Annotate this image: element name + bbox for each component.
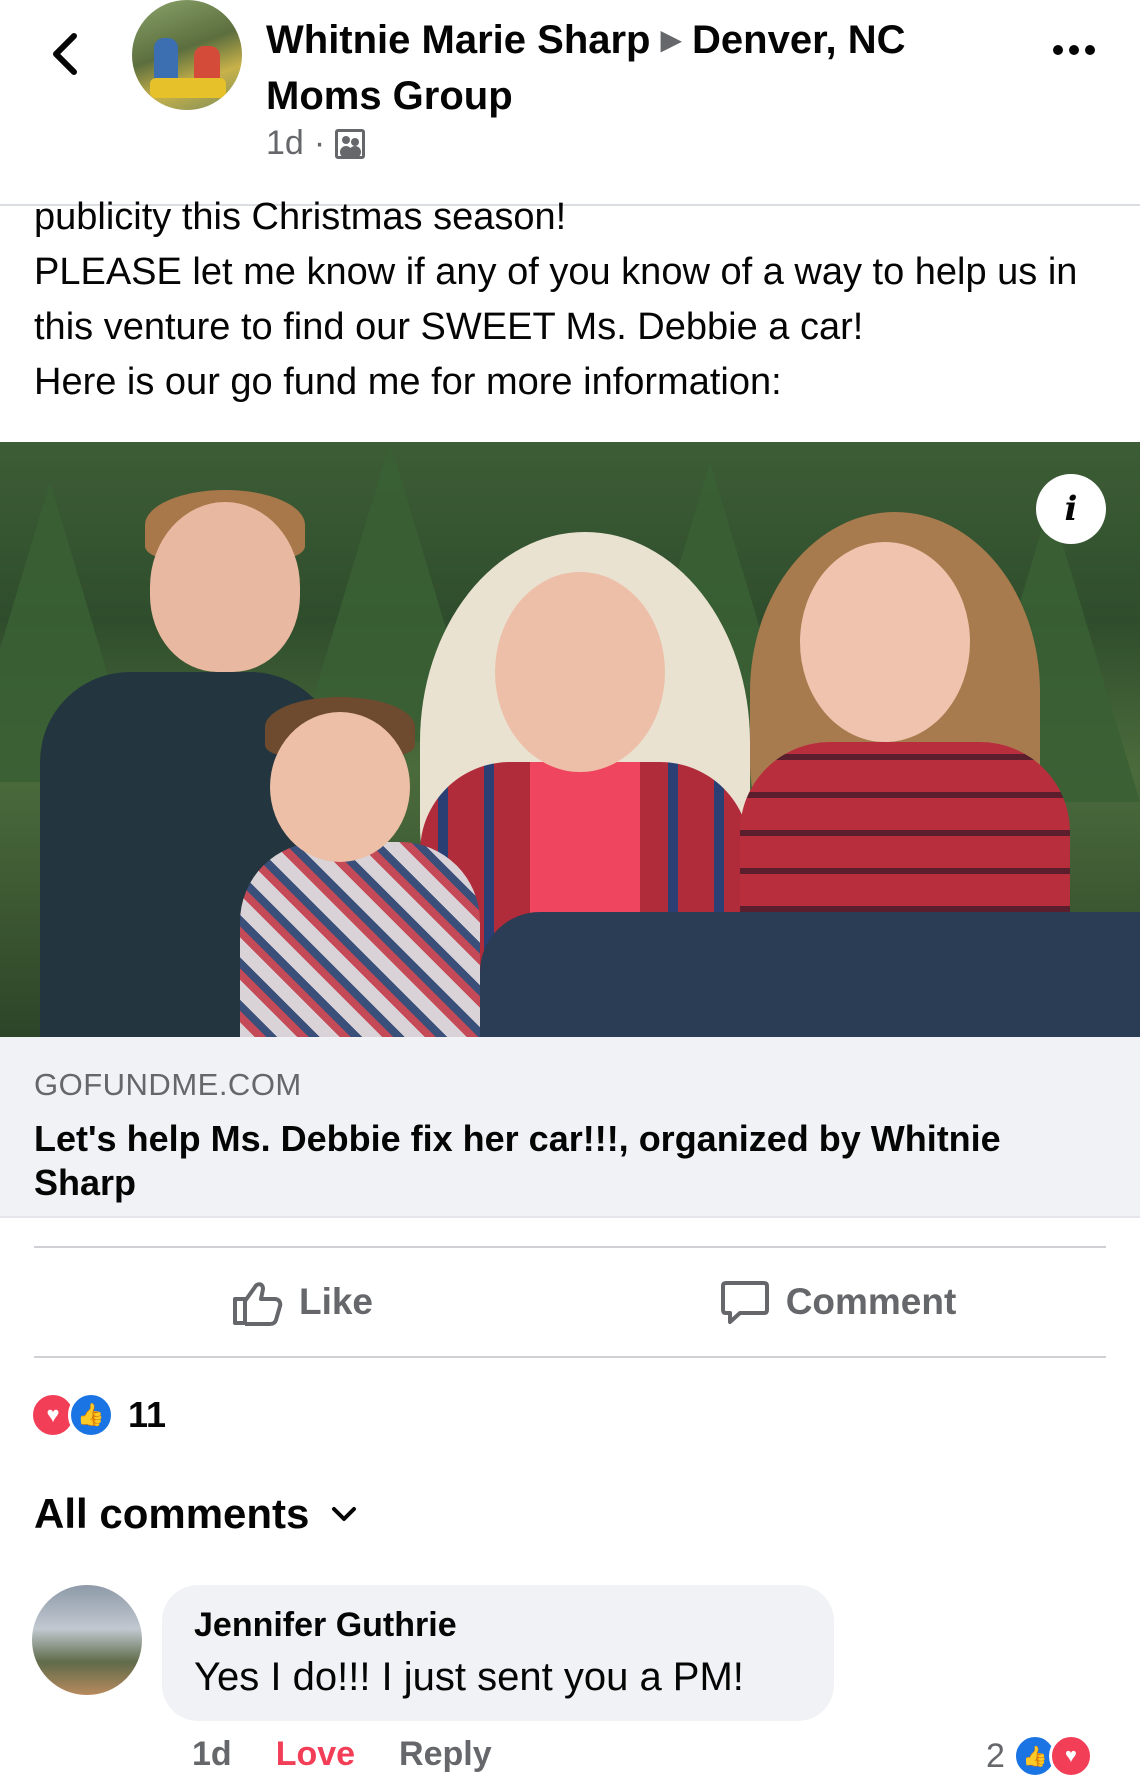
reaction-summary[interactable]: ♥ 👍 11	[30, 1390, 166, 1440]
like-label: Like	[298, 1281, 374, 1322]
commenter-avatar[interactable]	[32, 1585, 142, 1695]
comments-header: All comments	[34, 1490, 310, 1537]
info-icon[interactable]: i	[1036, 474, 1106, 544]
comment-text: Yes I do!!! I just sent you a PM!	[194, 1655, 744, 1699]
back-arrow-icon	[53, 33, 77, 75]
comment-time[interactable]: 1d	[192, 1735, 232, 1774]
reaction-count: 11	[128, 1394, 167, 1435]
comment-bubble[interactable]: Jennifer Guthrie Yes I do!!! I just sent…	[162, 1585, 834, 1721]
comment-actions: 1d Love Reply	[192, 1735, 492, 1774]
comment-bubble-icon	[720, 1281, 769, 1324]
comment-reaction-count: 2	[986, 1736, 1005, 1775]
chevron-down-icon	[332, 1507, 357, 1521]
link-domain: GOFUNDME.COM	[34, 1067, 302, 1102]
author-avatar[interactable]	[132, 0, 242, 110]
post-body: publicity this Christmas season! PLEASE …	[34, 190, 1114, 410]
back-button[interactable]	[40, 26, 90, 82]
comment-label: Comment	[785, 1281, 957, 1322]
like-reaction-icon: 👍	[68, 1392, 114, 1438]
more-options-button[interactable]	[1044, 30, 1104, 70]
more-icon	[1053, 45, 1063, 55]
post-time[interactable]: 1d	[266, 124, 304, 163]
commenter-name[interactable]: Jennifer Guthrie	[194, 1605, 802, 1645]
link-preview-image[interactable]: i	[0, 442, 1140, 1037]
comment-love-button[interactable]: Love	[276, 1735, 355, 1774]
post-text-line: Here is our go fund me for more informat…	[34, 361, 782, 403]
like-button[interactable]: Like	[34, 1248, 570, 1356]
post-header: Whitnie Marie Sharp ▶ Denver, NC Moms Grou…	[0, 0, 1140, 206]
post-text-line: PLEASE let me know if any of you know of…	[34, 251, 1078, 348]
comments-sort-dropdown[interactable]: All comments	[34, 1490, 357, 1538]
author-name[interactable]: Whitnie Marie Sharp	[266, 18, 651, 62]
group-privacy-icon	[335, 128, 366, 159]
post-title: Whitnie Marie Sharp ▶ Denver, NC Moms Grou…	[266, 12, 966, 124]
comment-reply-button[interactable]: Reply	[399, 1735, 492, 1774]
meta-separator: ·	[313, 124, 326, 162]
action-bar: Like Comment	[34, 1246, 1106, 1358]
like-thumb-icon	[232, 1282, 283, 1326]
posted-in-arrow-icon: ▶	[660, 24, 683, 55]
link-caption[interactable]: GOFUNDME.COM Let's help Ms. Debbie fix h…	[0, 1037, 1140, 1218]
comment-button[interactable]: Comment	[570, 1248, 1106, 1356]
post-meta: 1d ·	[266, 124, 366, 163]
link-title: Let's help Ms. Debbie fix her car!!!, or…	[34, 1118, 1001, 1203]
comment-reactions[interactable]: 2 👍 ♥	[986, 1734, 1093, 1778]
love-reaction-icon: ♥	[1048, 1734, 1093, 1778]
post-text-line: publicity this Christmas season!	[34, 196, 567, 238]
